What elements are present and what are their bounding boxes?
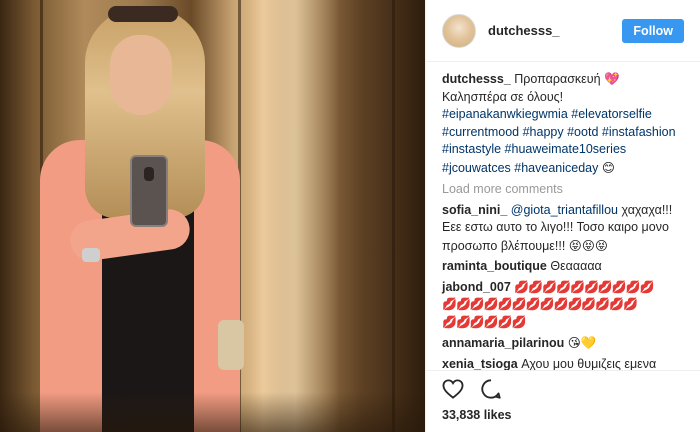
- hashtag[interactable]: #eipanakanwkiegwmia: [442, 107, 568, 121]
- comment-username[interactable]: xenia_tsioga: [442, 357, 518, 371]
- heart-icon[interactable]: [440, 376, 466, 402]
- comment-text: Θεααααα: [550, 259, 602, 273]
- comment-icon[interactable]: [478, 376, 504, 402]
- hashtag[interactable]: #huaweimate10series: [505, 142, 627, 156]
- caption: dutchesss_ Προπαρασκευή 💖 Καλησπέρα σε ό…: [442, 70, 684, 177]
- hashtag[interactable]: #ootd: [567, 125, 598, 139]
- comments-area: dutchesss_ Προπαρασκευή 💖 Καλησπέρα σε ό…: [426, 62, 700, 370]
- comment: sofia_nini_ @giota_triantafillou χαχαχα!…: [442, 202, 684, 256]
- light-glare: [250, 0, 340, 432]
- comment-mention[interactable]: @giota_triantafillou: [511, 203, 618, 217]
- comment-emoji: 😝😝😝: [568, 237, 608, 253]
- post-actions-bar: [426, 370, 700, 406]
- follow-button[interactable]: Follow: [622, 18, 684, 43]
- caption-line1: Προπαρασκευή: [514, 72, 601, 86]
- caption-heart-emoji: 💖: [604, 71, 620, 86]
- comment: raminta_boutique Θεααααα: [442, 258, 684, 276]
- face: [110, 35, 172, 115]
- kiss-emoji-row: 💋💋💋💋💋💋💋💋💋💋: [514, 279, 654, 294]
- caption-username[interactable]: dutchesss_: [442, 72, 511, 86]
- header-username[interactable]: dutchesss_: [488, 23, 622, 38]
- elevator-wall-seam: [392, 0, 395, 432]
- hashtag[interactable]: #haveaniceday: [514, 161, 598, 175]
- hashtag[interactable]: #jcouwatces: [442, 161, 511, 175]
- hashtag[interactable]: #currentmood: [442, 125, 519, 139]
- elevator-floor-shadow: [0, 392, 425, 432]
- load-more-comments-link[interactable]: Load more comments: [442, 181, 684, 199]
- comment-emoji: 😘💛: [567, 335, 597, 350]
- comment-username[interactable]: annamaria_pilarinou: [442, 336, 564, 350]
- comment: xenia_tsioga Αχου μου θυμιζεις εμενα δου…: [442, 356, 684, 371]
- post-photo[interactable]: [0, 0, 425, 432]
- instagram-post: dutchesss_ Follow dutchesss_ Προπαρασκευ…: [0, 0, 700, 432]
- comment: annamaria_pilarinou 😘💛: [442, 334, 684, 353]
- wristwatch: [82, 248, 100, 262]
- smile-emoji: 😊: [601, 159, 615, 175]
- comment: jabond_007 💋💋💋💋💋💋💋💋💋💋 💋💋💋💋💋💋💋💋💋💋💋💋💋💋 💋💋💋…: [442, 279, 684, 332]
- post-side-panel: dutchesss_ Follow dutchesss_ Προπαρασκευ…: [425, 0, 700, 432]
- caption-line2: Καλησπέρα σε όλους!: [442, 89, 564, 104]
- kiss-emoji-row: 💋💋💋💋💋💋💋💋💋💋💋💋💋💋: [442, 297, 638, 311]
- person-figure: [30, 0, 260, 432]
- smartphone: [130, 155, 168, 227]
- phone-camera: [144, 167, 154, 181]
- likes-count[interactable]: 33,838 likes: [426, 406, 700, 432]
- hashtag[interactable]: #instastyle: [442, 142, 501, 156]
- post-header: dutchesss_ Follow: [426, 0, 700, 62]
- comment-username[interactable]: raminta_boutique: [442, 259, 547, 273]
- avatar[interactable]: [442, 13, 476, 48]
- handbag: [218, 320, 244, 370]
- comment-username[interactable]: sofia_nini_: [442, 203, 507, 217]
- comment-username[interactable]: jabond_007: [442, 280, 511, 294]
- hashtag[interactable]: #instafashion: [602, 125, 676, 139]
- hashtag[interactable]: #elevatorselfie: [571, 107, 652, 121]
- hashtag[interactable]: #happy: [523, 125, 564, 139]
- kiss-emoji-row: 💋💋💋💋💋💋: [442, 314, 527, 329]
- sunglasses: [108, 6, 178, 22]
